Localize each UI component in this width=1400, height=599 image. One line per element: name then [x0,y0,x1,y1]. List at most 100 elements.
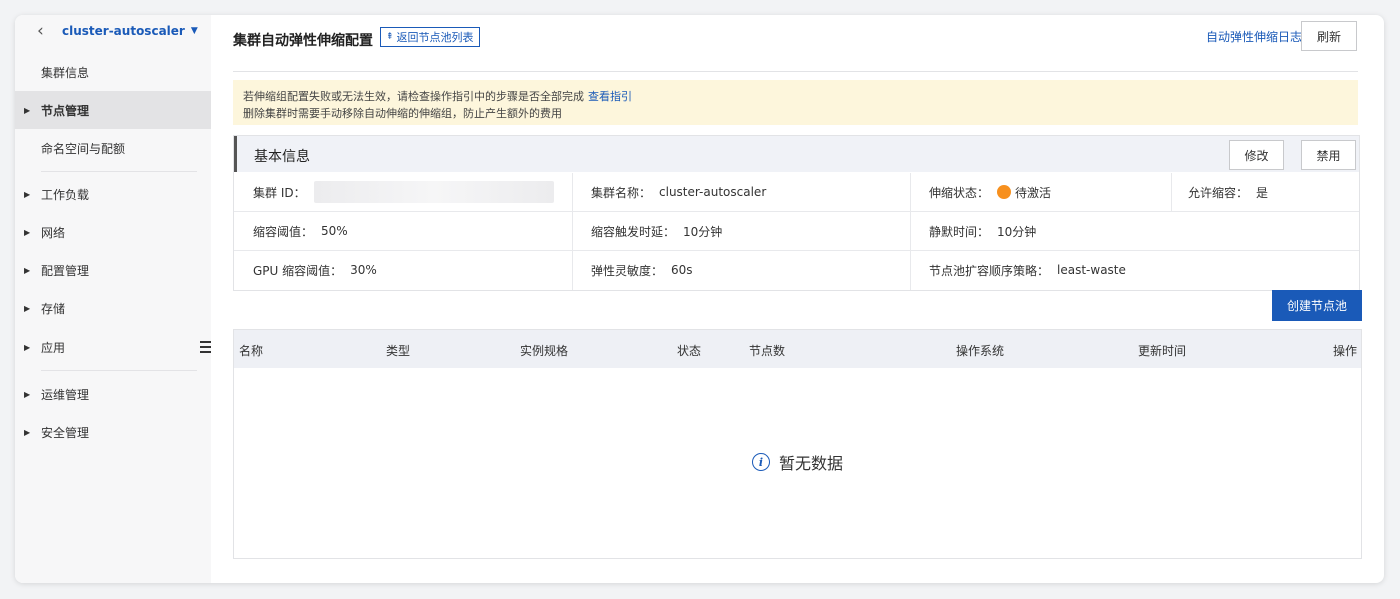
field-label: 静默时间： [929,224,990,239]
sidebar: ‹ cluster-autoscaler ▼ 集群信息 ▶ 节点管理 命名空间与… [15,15,211,583]
sidebar-item-label: 存储 [41,301,66,316]
sidebar-item-security[interactable]: ▶ 安全管理 [15,413,211,451]
upload-arrow-icon: ⇞ [386,32,394,42]
field-label: 允许缩容： [1188,185,1249,200]
field-label: 缩容触发时延： [591,224,676,239]
status-value: 待激活 [1015,185,1052,200]
column-header[interactable]: 实例规格 [520,342,568,359]
expander-cell: 节点池扩容顺序策略： least-waste [929,251,1126,289]
basic-info-title: 基本信息 [254,149,310,165]
sidebar-item-label: 命名空间与配额 [41,141,126,156]
cooldown-cell: 静默时间： 10分钟 [929,212,1036,250]
sidebar-item-node-management[interactable]: ▶ 节点管理 [15,91,211,129]
column-header[interactable]: 节点数 [749,342,785,359]
field-label: 节点池扩容顺序策略： [929,263,1050,278]
allow-scale-in-cell: 允许缩容： 是 [1188,173,1268,211]
sensitivity-cell: 弹性灵敏度： 60s [591,251,693,289]
refresh-button[interactable]: 刷新 [1301,21,1357,51]
sidebar-item-label: 安全管理 [41,425,90,440]
warning-notice: 若伸缩组配置失败或无法生效，请检查操作指引中的步骤是否全部完成 查看指引 删除集群… [233,80,1358,125]
cluster-selector[interactable]: cluster-autoscaler [62,24,185,38]
basic-info-header: 基本信息 修改 禁用 [234,136,1359,172]
disable-button[interactable]: 禁用 [1301,140,1356,170]
scale-in-threshold-cell: 缩容阈值： 50% [253,212,348,250]
info-icon: i [751,453,770,471]
col-divider [910,173,911,290]
column-header[interactable]: 名称 [239,342,263,359]
gpu-threshold-cell: GPU 缩容阈值： 30% [253,251,377,289]
sidebar-item-label: 工作负载 [41,187,90,202]
column-header[interactable]: 操作系统 [956,342,1004,359]
expand-arrow-icon: ▶ [24,427,31,437]
expand-arrow-icon: ▶ [24,303,31,313]
sidebar-divider [41,370,197,371]
sidebar-item-label: 网络 [41,225,66,240]
sidebar-header: ‹ cluster-autoscaler ▼ [15,15,211,47]
notice-line-2: 删除集群时需要手动移除自动伸缩的伸缩组，防止产生额外的费用 [243,107,562,120]
basic-info-card: 基本信息 修改 禁用 集群 ID： 集群名称： cluster-autoscal… [233,135,1360,291]
sidebar-collapse-icon[interactable] [200,341,211,355]
cluster-name-cell: 集群名称： cluster-autoscaler [591,173,766,211]
app-window: ‹ cluster-autoscaler ▼ 集群信息 ▶ 节点管理 命名空间与… [15,15,1384,583]
expand-arrow-icon: ▶ [24,389,31,399]
field-value: 60s [671,263,693,277]
field-value: 10分钟 [683,224,723,239]
header-divider [233,71,1358,72]
field-value: 10分钟 [997,224,1037,239]
field-value: 30% [350,263,377,277]
field-label: GPU 缩容阈值： [253,263,343,278]
expand-arrow-icon: ▶ [24,342,31,352]
back-chevron-icon[interactable]: ‹ [37,22,55,40]
sidebar-item-workloads[interactable]: ▶ 工作负载 [15,175,211,213]
expand-arrow-icon: ▶ [24,105,31,115]
sidebar-item-ops[interactable]: ▶ 运维管理 [15,375,211,413]
column-header[interactable]: 更新时间 [1138,342,1186,359]
caret-down-icon[interactable]: ▼ [191,26,198,36]
sidebar-item-network[interactable]: ▶ 网络 [15,213,211,251]
row-divider [234,211,1359,212]
expand-arrow-icon: ▶ [24,265,31,275]
sidebar-item-namespace-quota[interactable]: 命名空间与配额 [15,129,211,167]
sidebar-item-apps[interactable]: ▶ 应用 [15,328,211,366]
sidebar-item-label: 节点管理 [41,103,90,118]
field-label: 集群 ID： [253,185,306,200]
empty-state: i 暂无数据 [234,450,1361,474]
sidebar-item-config[interactable]: ▶ 配置管理 [15,251,211,289]
column-header[interactable]: 操作 [1333,342,1357,359]
field-label: 集群名称： [591,185,652,200]
expand-arrow-icon: ▶ [24,189,31,199]
sidebar-divider [41,171,197,172]
notice-line-1: 若伸缩组配置失败或无法生效，请检查操作指引中的步骤是否全部完成 查看指引 [243,88,632,104]
empty-text: 暂无数据 [778,454,843,473]
row-divider [234,250,1359,251]
sidebar-item-label: 集群信息 [41,65,90,80]
column-header[interactable]: 类型 [386,342,410,359]
field-label: 缩容阈值： [253,224,314,239]
masked-cluster-id [313,181,554,203]
edit-button[interactable]: 修改 [1229,140,1284,170]
field-label: 伸缩状态： [929,185,990,200]
column-header[interactable]: 状态 [677,342,701,359]
create-node-pool-button[interactable]: 创建节点池 [1272,290,1362,321]
view-guide-link[interactable]: 查看指引 [588,90,632,103]
sidebar-item-label: 运维管理 [41,387,90,402]
field-value: least-waste [1057,263,1126,277]
field-value: 是 [1256,185,1269,200]
field-value: cluster-autoscaler [659,185,767,199]
scale-in-delay-cell: 缩容触发时延： 10分钟 [591,212,722,250]
main-content: 集群自动弹性伸缩配置 ⇞ 返回节点池列表 自动弹性伸缩日志 刷新 若伸缩组配置失… [211,15,1384,583]
sidebar-item-storage[interactable]: ▶ 存储 [15,289,211,327]
notice-text: 若伸缩组配置失败或无法生效，请检查操作指引中的步骤是否全部完成 [243,90,584,103]
status-dot-icon [997,185,1012,199]
col-divider [572,173,573,290]
node-pool-table: 名称 类型 实例规格 状态 节点数 操作系统 更新时间 操作 i 暂无数据 [233,329,1362,559]
scale-status-cell: 伸缩状态： 待激活 [929,173,1051,211]
autoscaler-log-link[interactable]: 自动弹性伸缩日志 [1206,28,1302,45]
sidebar-item-cluster-info[interactable]: 集群信息 [15,53,211,91]
sidebar-item-label: 配置管理 [41,263,90,278]
back-to-pool-list-button[interactable]: ⇞ 返回节点池列表 [380,27,480,47]
table-header: 名称 类型 实例规格 状态 节点数 操作系统 更新时间 操作 [234,330,1361,368]
field-value: 50% [321,224,348,238]
sidebar-item-label: 应用 [41,340,66,355]
field-label: 弹性灵敏度： [591,263,664,278]
